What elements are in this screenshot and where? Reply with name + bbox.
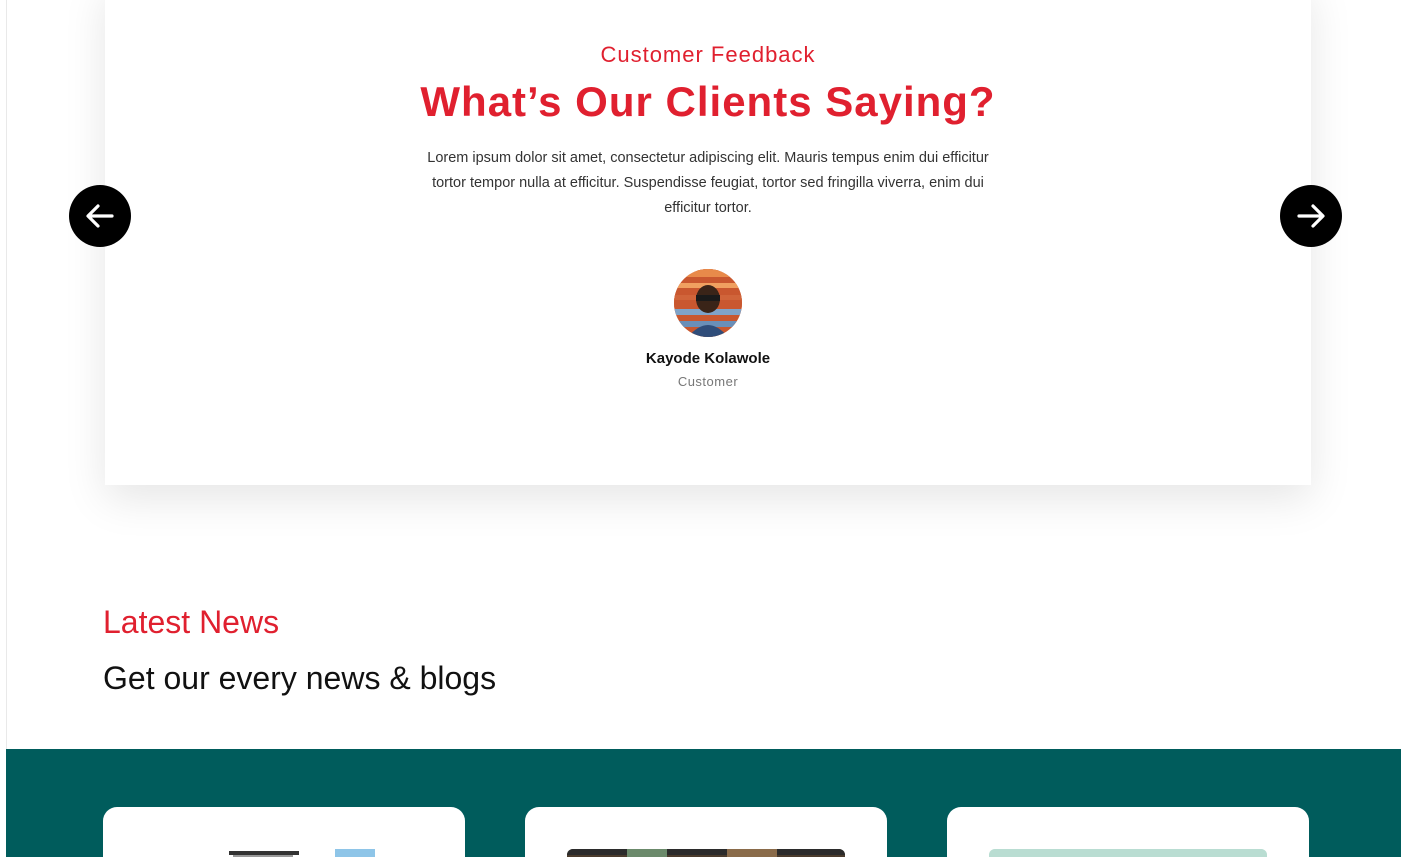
arrow-right-icon <box>1297 204 1325 228</box>
news-card-image <box>989 849 1267 857</box>
news-title: Get our every news & blogs <box>103 660 497 696</box>
news-card-3[interactable] <box>947 807 1309 857</box>
author-name: Kayode Kolawole <box>645 350 771 367</box>
prev-button[interactable] <box>69 185 131 247</box>
avatar-photo <box>674 269 742 337</box>
testimonial-headline: What’s Our Clients Saying? <box>420 78 996 125</box>
avatar <box>674 269 742 337</box>
testimonial-quote: Lorem ipsum dolor sit amet, consectetur … <box>427 150 989 216</box>
arrow-left-icon <box>86 204 114 228</box>
next-button[interactable] <box>1280 185 1342 247</box>
news-card-image <box>145 849 423 857</box>
news-card-2[interactable] <box>525 807 887 857</box>
testimonial-card: Customer Feedback What’s Our Clients Say… <box>105 0 1311 485</box>
news-card-image <box>567 849 845 857</box>
testimonial-eyebrow: Customer Feedback <box>600 42 816 67</box>
news-eyebrow: Latest News <box>103 604 280 640</box>
page: Customer Feedback What’s Our Clients Say… <box>0 0 1401 857</box>
left-divider <box>0 0 7 857</box>
author-role: Customer <box>677 374 739 389</box>
news-card-1[interactable] <box>103 807 465 857</box>
